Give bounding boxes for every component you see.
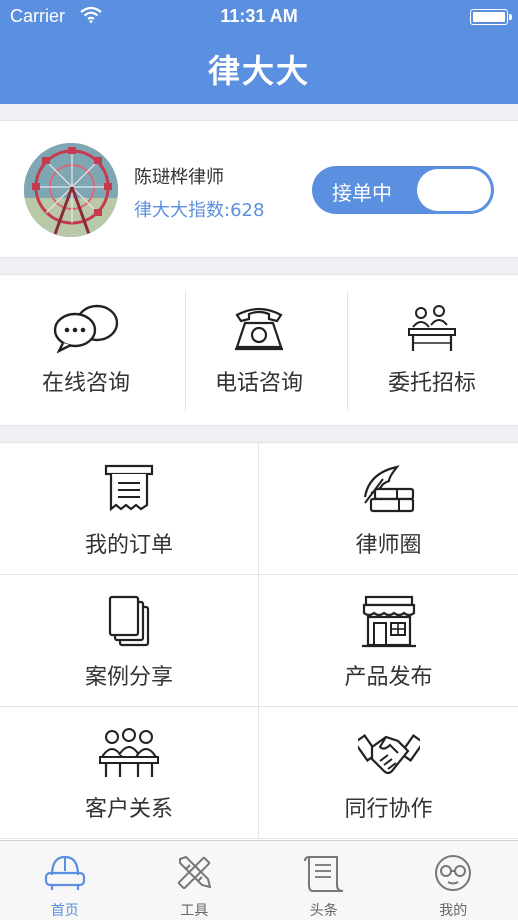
battery-icon <box>470 9 512 25</box>
peer-collab-button[interactable]: 同行协作 <box>259 707 518 839</box>
case-share-button[interactable]: 案例分享 <box>0 575 259 707</box>
client-relations-button[interactable]: 客户关系 <box>0 707 259 839</box>
tender-icon <box>408 305 456 351</box>
online-consult-label: 在线咨询 <box>41 371 130 396</box>
sofa-icon <box>44 855 85 890</box>
tender-label: 委托招标 <box>387 371 476 396</box>
order-status-toggle[interactable]: 接单中 <box>312 166 494 214</box>
tools-icon <box>178 855 212 890</box>
lawyer-name: 陈琎桦律师 <box>134 167 224 188</box>
case-share-label: 案例分享 <box>84 665 173 690</box>
scroll-icon <box>303 856 343 892</box>
my-orders-label: 我的订单 <box>84 533 173 558</box>
toggle-knob <box>417 169 491 211</box>
tab-headlines-label: 头条 <box>309 903 338 919</box>
quill-books-icon <box>363 465 414 513</box>
people-icon <box>99 728 159 777</box>
client-relations-label: 客户关系 <box>84 797 173 822</box>
telephone-icon <box>235 307 283 351</box>
receipt-icon <box>104 464 154 512</box>
chat-bubbles-icon <box>53 304 119 353</box>
tab-mine-label: 我的 <box>439 903 468 919</box>
lawyer-circle-label: 律师圈 <box>355 533 422 558</box>
online-consult-button[interactable]: 在线咨询 <box>0 275 172 427</box>
feature-grid: 我的订单 律师圈 案例分享 产品发布 客户关系 同行协作 <box>0 442 518 840</box>
tab-headlines[interactable]: 头条 <box>259 841 389 920</box>
tab-mine[interactable]: 我的 <box>389 841 518 920</box>
profile-card: 陈琎桦律师 律大大指数:628 接单中 <box>0 120 518 258</box>
tab-bar: 首页 工具 头条 我的 <box>0 840 518 920</box>
product-publish-label: 产品发布 <box>344 665 433 690</box>
peer-collab-label: 同行协作 <box>344 797 433 822</box>
product-publish-button[interactable]: 产品发布 <box>259 575 518 707</box>
toggle-label: 接单中 <box>332 181 392 205</box>
tab-tools[interactable]: 工具 <box>130 841 260 920</box>
tab-tools-label: 工具 <box>180 903 209 919</box>
handshake-icon <box>357 734 420 775</box>
phone-consult-label: 电话咨询 <box>214 371 303 396</box>
consult-row: 在线咨询 电话咨询 委托招标 <box>0 274 518 426</box>
tab-home-label: 首页 <box>50 903 79 919</box>
avatar[interactable] <box>24 143 118 237</box>
status-bar: Carrier 11:31 AM <box>0 0 518 34</box>
top-bar: Carrier 11:31 AM 律大大 <box>0 0 518 104</box>
lawyer-circle-button[interactable]: 律师圈 <box>259 443 518 575</box>
my-orders-button[interactable]: 我的订单 <box>0 443 259 575</box>
tender-button[interactable]: 委托招标 <box>346 275 518 427</box>
page-title: 律大大 <box>207 52 310 90</box>
clock: 11:31 AM <box>220 6 298 26</box>
lawyer-index: 律大大指数:628 <box>134 200 265 221</box>
documents-icon <box>108 595 150 647</box>
store-icon <box>361 595 416 648</box>
glasses-face-icon <box>435 855 472 891</box>
phone-consult-button[interactable]: 电话咨询 <box>173 275 345 427</box>
tab-home[interactable]: 首页 <box>0 841 130 920</box>
